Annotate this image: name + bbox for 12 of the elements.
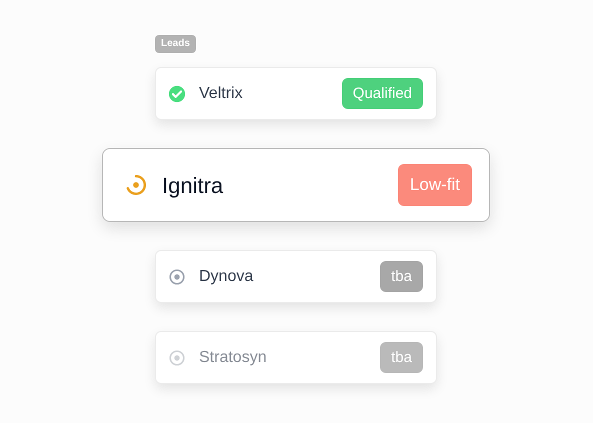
lead-name: Dynova bbox=[199, 266, 254, 286]
lead-card[interactable]: Dynova tba bbox=[155, 250, 437, 303]
status-badge: Low-fit bbox=[398, 164, 472, 206]
status-badge: Qualified bbox=[342, 78, 423, 109]
status-badge: tba bbox=[380, 342, 423, 373]
status-badge: tba bbox=[380, 261, 423, 292]
section-label: Leads bbox=[155, 35, 196, 53]
lead-name: Ignitra bbox=[162, 172, 224, 200]
lead-name: Veltrix bbox=[199, 84, 244, 104]
lead-card[interactable]: Ignitra Low-fit bbox=[102, 148, 490, 222]
lead-name: Stratosyn bbox=[199, 348, 268, 368]
lead-card[interactable]: Veltrix Qualified bbox=[155, 67, 437, 120]
